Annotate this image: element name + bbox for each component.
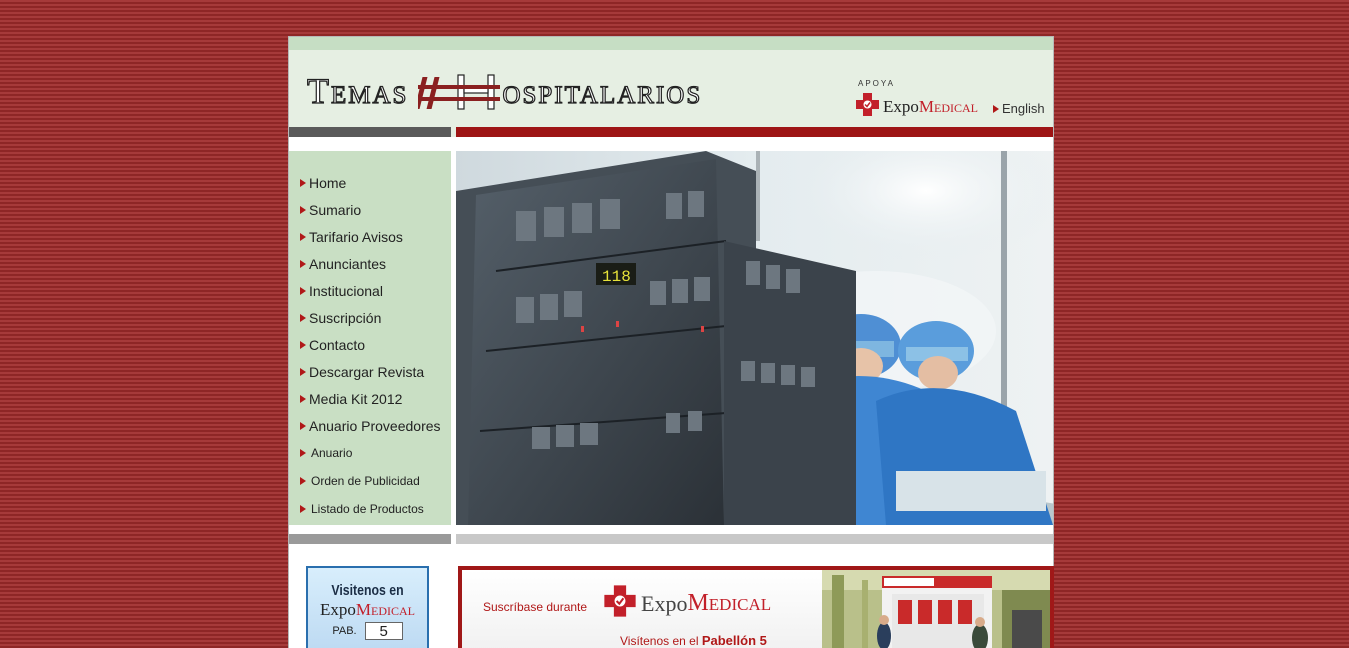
visit-badge-title: Visitenos en [331,582,404,599]
sidebar-item-label: Anunciantes [309,255,387,272]
sponsor-medical-word: Medical [918,97,978,116]
promo-subscribe-text: Suscríbase durante [483,600,588,614]
promo-expo-word: Expo [641,590,688,616]
supports-label: APOYA [858,79,895,88]
logo-text-left: Temas [306,70,409,111]
visit-us-expomedical-badge[interactable]: Visitenos en ExpoMedical PAB. 5 [306,566,429,648]
sidebar-item-home[interactable]: Home [300,169,441,196]
sidebar-item-suscripcion[interactable]: Suscripción [300,304,441,331]
english-link-label: English [1002,101,1045,116]
sidebar-item-label: Home [309,174,347,191]
header-top-strip [289,37,1053,50]
medical-cross-icon [855,92,880,122]
sidebar-item-label: Descargar Revista [309,363,425,380]
promo-visit-text: Visítenos en el Pabellón 5 [620,633,767,648]
pavilion-number: 5 [364,622,403,640]
visit-badge-expo-logo: ExpoMedical [308,600,427,620]
arrow-right-icon [300,286,306,295]
arrow-right-icon [300,394,306,403]
promo-expomedical-logo: Expo Medical [603,584,771,623]
promo-booth-photo [822,570,1050,648]
hero-image-operating-room: 118 1027 88 [456,151,1053,525]
content-divider-left [289,534,451,544]
logo-hash-h-mark [418,71,501,111]
sidebar-item-label: Institucional [309,282,383,299]
sidebar-item-contacto[interactable]: Contacto [300,331,441,358]
sidebar-item-media-kit[interactable]: Media Kit 2012 [300,385,441,412]
sidebar-item-label: Suscripción [309,309,382,326]
arrow-right-icon [300,421,306,430]
site-logo[interactable]: Temas ospitalarios [306,67,703,111]
sidebar-item-label: Contacto [309,336,366,353]
main-menu: Home Sumario Tarifario Avisos Anunciante… [300,169,441,523]
promo-text-area: Suscríbase durante Expo Medical Visítenos… [462,570,822,648]
sidebar-item-descargar-revista[interactable]: Descargar Revista [300,358,441,385]
arrow-right-icon [300,340,306,349]
arrow-right-icon [300,232,306,241]
expomedical-sponsor-logo[interactable]: Expo Medical [855,92,978,122]
header-divider-left [289,127,451,137]
arrow-right-icon [300,313,306,322]
sidebar-item-sumario[interactable]: Sumario [300,196,441,223]
sidebar-item-anuario-proveedores[interactable]: Anuario Proveedores [300,412,441,439]
sidebar-subitem-label: Anuario [311,446,353,460]
promo-pavilion-label: Pabellón 5 [701,633,767,648]
logo-text-right: ospitalarios [502,70,703,111]
sidebar-item-anunciantes[interactable]: Anunciantes [300,250,441,277]
english-language-link[interactable]: English [993,101,1045,116]
arrow-right-icon [300,449,306,457]
medical-cross-icon [603,584,637,623]
sidebar-subitem-anuario[interactable]: Anuario [300,439,441,467]
visit-badge-medical-word: Medical [355,600,415,619]
page-container: Temas ospitalarios APOYA Expo Medical En… [288,36,1054,648]
site-header: Temas ospitalarios APOYA Expo Medical En… [289,37,1053,137]
sidebar-subitem-label: Listado de Productos [311,502,424,516]
promo-visit-label: Visítenos en el [620,634,699,648]
arrow-right-icon [300,367,306,376]
sponsor-expo-word: Expo [883,97,919,116]
sidebar-item-label: Media Kit 2012 [309,390,403,407]
sidebar-subitem-listado-productos[interactable]: Listado de Productos [300,495,441,523]
sidebar-item-label: Anuario Proveedores [309,417,441,434]
arrow-right-icon [300,505,306,513]
arrow-right-icon [300,178,306,187]
arrow-right-icon [993,104,999,113]
sidebar-nav: Home Sumario Tarifario Avisos Anunciante… [289,151,451,525]
promo-medical-word: Medical [687,590,772,616]
visit-badge-pavilion: PAB. 5 [308,622,427,640]
arrow-right-icon [300,205,306,214]
content-divider-right [456,534,1053,544]
sidebar-item-institucional[interactable]: Institucional [300,277,441,304]
visit-badge-expo-word: Expo [320,600,356,619]
sidebar-item-label: Sumario [309,201,362,218]
sidebar-subitem-label: Orden de Publicidad [311,474,420,488]
arrow-right-icon [300,259,306,268]
sidebar-subitem-orden-publicidad[interactable]: Orden de Publicidad [300,467,441,495]
expomedical-promo-banner[interactable]: Suscríbase durante Expo Medical Visítenos… [458,566,1054,648]
svg-text:118: 118 [602,268,631,286]
header-divider-right [456,127,1053,137]
arrow-right-icon [300,477,306,485]
sidebar-item-label: Tarifario Avisos [309,228,403,245]
pavilion-label: PAB. [332,625,357,637]
sidebar-item-tarifario-avisos[interactable]: Tarifario Avisos [300,223,441,250]
